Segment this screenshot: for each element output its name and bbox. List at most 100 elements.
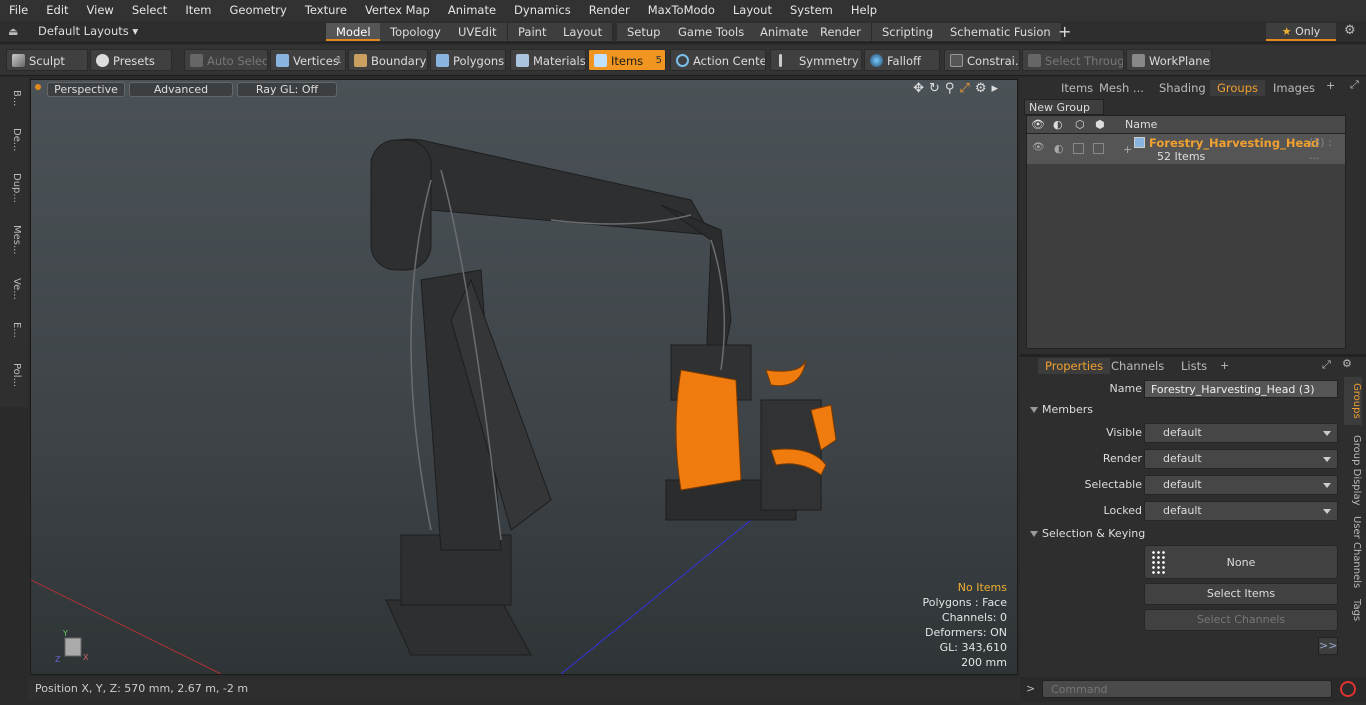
panel-divider[interactable] <box>1020 354 1366 357</box>
falloff-label: Falloff <box>887 54 921 68</box>
left-tab-3[interactable]: Mes... <box>4 216 22 264</box>
dropdown-value: default <box>1163 426 1202 439</box>
layout-tab-topology[interactable]: Topology <box>380 23 452 41</box>
visibility-eye-icon[interactable]: 👁 <box>1031 118 1045 131</box>
3d-viewport[interactable]: Perspective Advanced Ray GL: Off ✥↻⚲⤢⚙▸ <box>30 79 1018 675</box>
add-props-tab-icon[interactable]: + <box>1220 359 1229 372</box>
layout-tab-uvedit[interactable]: UVEdit <box>448 23 508 41</box>
command-input[interactable] <box>1042 680 1332 698</box>
left-tab-2[interactable]: Dup... <box>4 164 22 212</box>
menu-item-texture[interactable]: Texture <box>296 0 356 21</box>
row-render-icon[interactable]: ◐ <box>1054 142 1064 155</box>
select-items-button[interactable]: Select Items <box>1144 583 1338 605</box>
constrain-button[interactable]: Constrai... <box>944 49 1020 71</box>
layout-tab-setup[interactable]: Setup <box>617 23 672 41</box>
menu-item-file[interactable]: File <box>0 0 37 21</box>
group-name-field[interactable] <box>1144 380 1338 398</box>
panel-tab-images[interactable]: Images <box>1266 80 1322 96</box>
panel-tab-mesh[interactable]: Mesh ... <box>1092 80 1151 96</box>
selectable-dropdown[interactable]: default <box>1144 475 1338 495</box>
new-group-button[interactable]: New Group <box>1024 99 1104 115</box>
side-tab-group-display[interactable]: Group Display <box>1344 431 1362 509</box>
left-tab-6[interactable]: Pol... <box>4 351 22 399</box>
vertices-button[interactable]: Vertices 1 <box>270 49 346 71</box>
add-tab-icon[interactable]: + <box>1058 22 1071 41</box>
panel-tab-shading[interactable]: Shading <box>1152 80 1213 96</box>
layout-tab-game-tools[interactable]: Game Tools <box>668 23 756 41</box>
menu-item-select[interactable]: Select <box>123 0 176 21</box>
props-tab-channels[interactable]: Channels <box>1104 358 1171 374</box>
gear-icon[interactable]: ⚙ <box>1344 23 1356 38</box>
menu-item-geometry[interactable]: Geometry <box>221 0 296 21</box>
select-channels-button[interactable]: Select Channels <box>1144 609 1338 631</box>
group-row[interactable]: 👁 ◐ + Forestry_Harvesting_Head (3) : ...… <box>1027 134 1345 164</box>
layout-tab-animate[interactable]: Animate <box>750 23 820 41</box>
side-tab-groups[interactable]: Groups <box>1344 377 1362 425</box>
members-section[interactable]: Members <box>1028 401 1093 419</box>
none-button[interactable]: None <box>1144 545 1338 579</box>
items-button[interactable]: Items 5 <box>588 49 666 71</box>
lock-cube-icon[interactable]: ⬢ <box>1095 118 1105 131</box>
menu-item-edit[interactable]: Edit <box>37 0 77 21</box>
polygons-button[interactable]: Polygons <box>430 49 506 71</box>
left-tab-4[interactable]: Ve... <box>4 268 22 309</box>
menu-item-animate[interactable]: Animate <box>439 0 505 21</box>
expand-props-icon[interactable]: ⤢ <box>1322 358 1331 372</box>
layout-tab-model[interactable]: Model <box>326 23 382 41</box>
menu-item-system[interactable]: System <box>781 0 842 21</box>
layout-tab-render[interactable]: Render <box>810 23 872 41</box>
row-eye-icon[interactable]: 👁 <box>1032 142 1045 153</box>
menu-item-layout[interactable]: Layout <box>724 0 781 21</box>
chevron-down-icon <box>1323 431 1331 436</box>
layout-tab-scripting[interactable]: Scripting <box>872 23 945 41</box>
name-column-header[interactable]: Name <box>1125 118 1157 131</box>
menu-item-maxtomodo[interactable]: MaxToModo <box>639 0 724 21</box>
render-icon[interactable]: ◐ <box>1053 118 1063 131</box>
materials-button[interactable]: Materials <box>510 49 586 71</box>
locked-dropdown[interactable]: default <box>1144 501 1338 521</box>
left-tab-0[interactable]: B... <box>4 81 22 115</box>
row-lock-checkbox[interactable] <box>1093 143 1104 154</box>
workplane-icon <box>1132 54 1145 67</box>
menu-item-dynamics[interactable]: Dynamics <box>505 0 580 21</box>
menu-item-view[interactable]: View <box>78 0 123 21</box>
render-dropdown[interactable]: default <box>1144 449 1338 469</box>
panel-tab-groups[interactable]: Groups <box>1210 80 1266 96</box>
dropdown-value: default <box>1163 452 1202 465</box>
props-gear-icon[interactable]: ⚙ <box>1342 357 1352 370</box>
layout-tab-schematic-fusion[interactable]: Schematic Fusion <box>940 23 1062 41</box>
layout-select[interactable]: Default Layouts ▾ <box>38 24 138 38</box>
falloff-button[interactable]: Falloff <box>864 49 940 71</box>
menu-item-render[interactable]: Render <box>580 0 639 21</box>
symmetry-button[interactable]: Symmetry <box>770 49 862 71</box>
side-tab-tags[interactable]: Tags <box>1344 595 1362 625</box>
record-icon[interactable] <box>1340 681 1356 697</box>
visible-dropdown[interactable]: default <box>1144 423 1338 443</box>
menu-item-vertex-map[interactable]: Vertex Map <box>356 0 439 21</box>
auto-select-button[interactable]: Auto Select <box>184 49 268 71</box>
action-center-button[interactable]: Action Center <box>670 49 766 71</box>
layout-tab-paint[interactable]: Paint <box>508 23 558 41</box>
expand-plus-icon[interactable]: + <box>1123 143 1132 156</box>
layout-tab-layout[interactable]: Layout <box>553 23 614 41</box>
expand-panel-icon[interactable]: ⤢ <box>1350 78 1359 92</box>
only-button[interactable]: ★ Only <box>1266 23 1336 41</box>
menu-item-item[interactable]: Item <box>176 0 220 21</box>
more-button[interactable]: >> <box>1318 637 1338 655</box>
add-panel-tab-icon[interactable]: + <box>1326 79 1335 92</box>
props-tab-properties[interactable]: Properties <box>1038 358 1111 374</box>
sculpt-button[interactable]: Sculpt <box>6 49 88 71</box>
select-cube-icon[interactable]: ⬡ <box>1075 118 1085 131</box>
row-select-checkbox[interactable] <box>1073 143 1084 154</box>
props-tab-lists[interactable]: Lists <box>1174 358 1214 374</box>
workplane-button[interactable]: WorkPlane <box>1126 49 1212 71</box>
selection-keying-section[interactable]: Selection & Keying <box>1028 525 1145 543</box>
presets-button[interactable]: Presets <box>90 49 172 71</box>
select-through-button[interactable]: Select Through <box>1022 49 1124 71</box>
left-tab-1[interactable]: De... <box>4 119 22 160</box>
boundary-button[interactable]: Boundary <box>348 49 428 71</box>
menu-item-help[interactable]: Help <box>842 0 886 21</box>
home-icon[interactable]: ⏏ <box>8 25 20 38</box>
left-tab-5[interactable]: E... <box>4 313 22 347</box>
side-tab-user-channels[interactable]: User Channels <box>1344 513 1362 591</box>
